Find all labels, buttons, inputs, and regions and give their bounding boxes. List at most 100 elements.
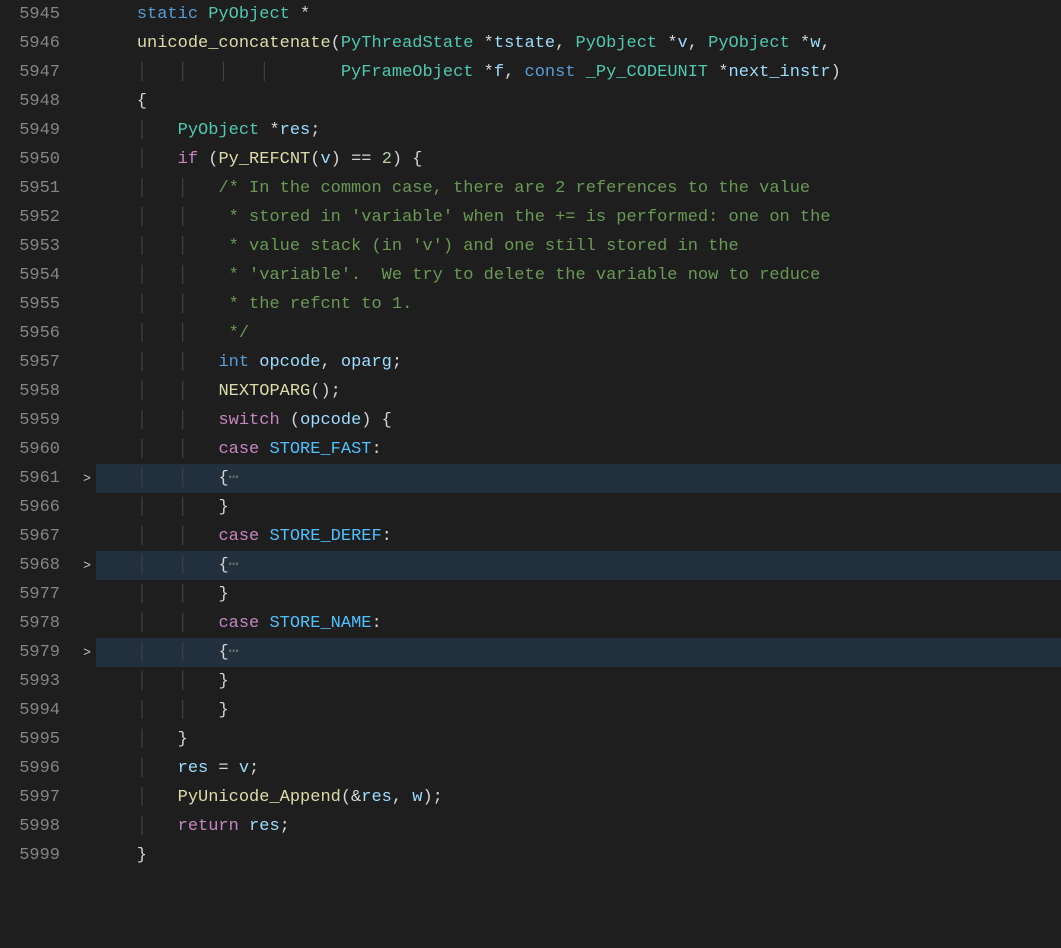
fold-placeholder [78, 232, 96, 261]
line-number: 5977 [8, 580, 60, 609]
line-number: 5946 [8, 29, 60, 58]
line-number: 5978 [8, 609, 60, 638]
code-line-text: │ │ * 'variable'. We try to delete the v… [96, 261, 820, 290]
code-line[interactable]: │ res = v; [96, 754, 1061, 783]
line-number: 5957 [8, 348, 60, 377]
code-line-text: │ │ } [96, 667, 229, 696]
code-line-text: │ │ } [96, 580, 229, 609]
code-line[interactable]: │ PyObject *res; [96, 116, 1061, 145]
fold-placeholder [78, 0, 96, 29]
line-number: 5997 [8, 783, 60, 812]
fold-gutter[interactable]: > > > [78, 0, 96, 948]
line-number: 5994 [8, 696, 60, 725]
line-number: 5950 [8, 145, 60, 174]
code-line[interactable]: │ │ {⋯ [96, 464, 1061, 493]
fold-placeholder [78, 290, 96, 319]
code-line[interactable]: │ │ } [96, 580, 1061, 609]
code-line-text: │ │ case STORE_FAST: [96, 435, 382, 464]
fold-placeholder [78, 377, 96, 406]
code-line-text: │ │ switch (opcode) { [96, 406, 392, 435]
code-line-text: unicode_concatenate(PyThreadState *tstat… [96, 29, 831, 58]
line-number: 5958 [8, 377, 60, 406]
code-line-text: │ │ * stored in 'variable' when the += i… [96, 203, 831, 232]
code-line-text: │ } [96, 725, 188, 754]
code-line[interactable]: │ │ {⋯ [96, 551, 1061, 580]
fold-placeholder [78, 841, 96, 870]
code-line-text: } [96, 841, 147, 870]
code-line-text: │ │ */ [96, 319, 249, 348]
fold-placeholder [78, 406, 96, 435]
code-line-text: │ return res; [96, 812, 290, 841]
code-line-text: │ │ * value stack (in 'v') and one still… [96, 232, 739, 261]
fold-placeholder [78, 783, 96, 812]
fold-expand-icon[interactable]: > [78, 638, 96, 667]
fold-placeholder [78, 435, 96, 464]
code-line[interactable]: unicode_concatenate(PyThreadState *tstat… [96, 29, 1061, 58]
fold-expand-icon[interactable]: > [78, 551, 96, 580]
code-line-text: │ │ /* In the common case, there are 2 r… [96, 174, 810, 203]
fold-placeholder [78, 754, 96, 783]
code-line-text: │ │ } [96, 696, 229, 725]
fold-placeholder [78, 145, 96, 174]
fold-expand-icon[interactable]: > [78, 464, 96, 493]
fold-placeholder [78, 174, 96, 203]
fold-placeholder [78, 203, 96, 232]
code-line[interactable]: │ if (Py_REFCNT(v) == 2) { [96, 145, 1061, 174]
line-number: 5959 [8, 406, 60, 435]
code-line[interactable]: │ │ } [96, 696, 1061, 725]
code-line[interactable]: │ │ NEXTOPARG(); [96, 377, 1061, 406]
code-line-text: │ PyUnicode_Append(&res, w); [96, 783, 443, 812]
code-line[interactable]: } [96, 841, 1061, 870]
line-number: 5955 [8, 290, 60, 319]
code-line[interactable]: │ │ * value stack (in 'v') and one still… [96, 232, 1061, 261]
code-line[interactable]: │ │ │ │ PyFrameObject *f, const _Py_CODE… [96, 58, 1061, 87]
code-line-text: │ │ } [96, 493, 229, 522]
code-line[interactable]: │ │ * stored in 'variable' when the += i… [96, 203, 1061, 232]
code-line[interactable]: │ │ * 'variable'. We try to delete the v… [96, 261, 1061, 290]
fold-placeholder [78, 319, 96, 348]
code-line-text: │ res = v; [96, 754, 259, 783]
code-area[interactable]: static PyObject * unicode_concatenate(Py… [96, 0, 1061, 948]
code-line-text: │ │ * the refcnt to 1. [96, 290, 412, 319]
code-line[interactable]: │ │ * the refcnt to 1. [96, 290, 1061, 319]
fold-placeholder [78, 696, 96, 725]
code-line[interactable]: │ │ case STORE_FAST: [96, 435, 1061, 464]
line-number: 5954 [8, 261, 60, 290]
code-line-text: │ │ {⋯ [96, 464, 239, 493]
code-line[interactable]: │ } [96, 725, 1061, 754]
line-number: 5956 [8, 319, 60, 348]
code-line-text: │ │ {⋯ [96, 638, 239, 667]
code-line-text: { [96, 87, 147, 116]
fold-placeholder [78, 116, 96, 145]
code-line-text: │ │ case STORE_DEREF: [96, 522, 392, 551]
code-line[interactable]: │ │ {⋯ [96, 638, 1061, 667]
code-line[interactable]: │ │ case STORE_DEREF: [96, 522, 1061, 551]
code-line[interactable]: │ │ /* In the common case, there are 2 r… [96, 174, 1061, 203]
fold-placeholder [78, 667, 96, 696]
code-line[interactable]: │ │ switch (opcode) { [96, 406, 1061, 435]
code-line[interactable]: │ │ case STORE_NAME: [96, 609, 1061, 638]
code-line[interactable]: │ │ */ [96, 319, 1061, 348]
code-line[interactable]: │ return res; [96, 812, 1061, 841]
line-number: 5947 [8, 58, 60, 87]
code-line[interactable]: │ │ } [96, 667, 1061, 696]
code-line[interactable]: │ │ } [96, 493, 1061, 522]
code-line[interactable]: │ │ int opcode, oparg; [96, 348, 1061, 377]
line-number: 5960 [8, 435, 60, 464]
line-number-gutter: 5945594659475948594959505951595259535954… [0, 0, 78, 948]
code-line[interactable]: static PyObject * [96, 0, 1061, 29]
code-line-text: │ │ │ │ PyFrameObject *f, const _Py_CODE… [96, 58, 841, 87]
line-number: 5951 [8, 174, 60, 203]
code-line[interactable]: { [96, 87, 1061, 116]
code-line-text: static PyObject * [96, 0, 310, 29]
line-number: 5967 [8, 522, 60, 551]
fold-placeholder [78, 609, 96, 638]
code-line[interactable]: │ PyUnicode_Append(&res, w); [96, 783, 1061, 812]
code-line-text: │ │ int opcode, oparg; [96, 348, 402, 377]
fold-placeholder [78, 725, 96, 754]
code-line-text: │ PyObject *res; [96, 116, 320, 145]
fold-placeholder [78, 58, 96, 87]
line-number: 5968 [8, 551, 60, 580]
code-editor[interactable]: 5945594659475948594959505951595259535954… [0, 0, 1061, 948]
line-number: 5961 [8, 464, 60, 493]
